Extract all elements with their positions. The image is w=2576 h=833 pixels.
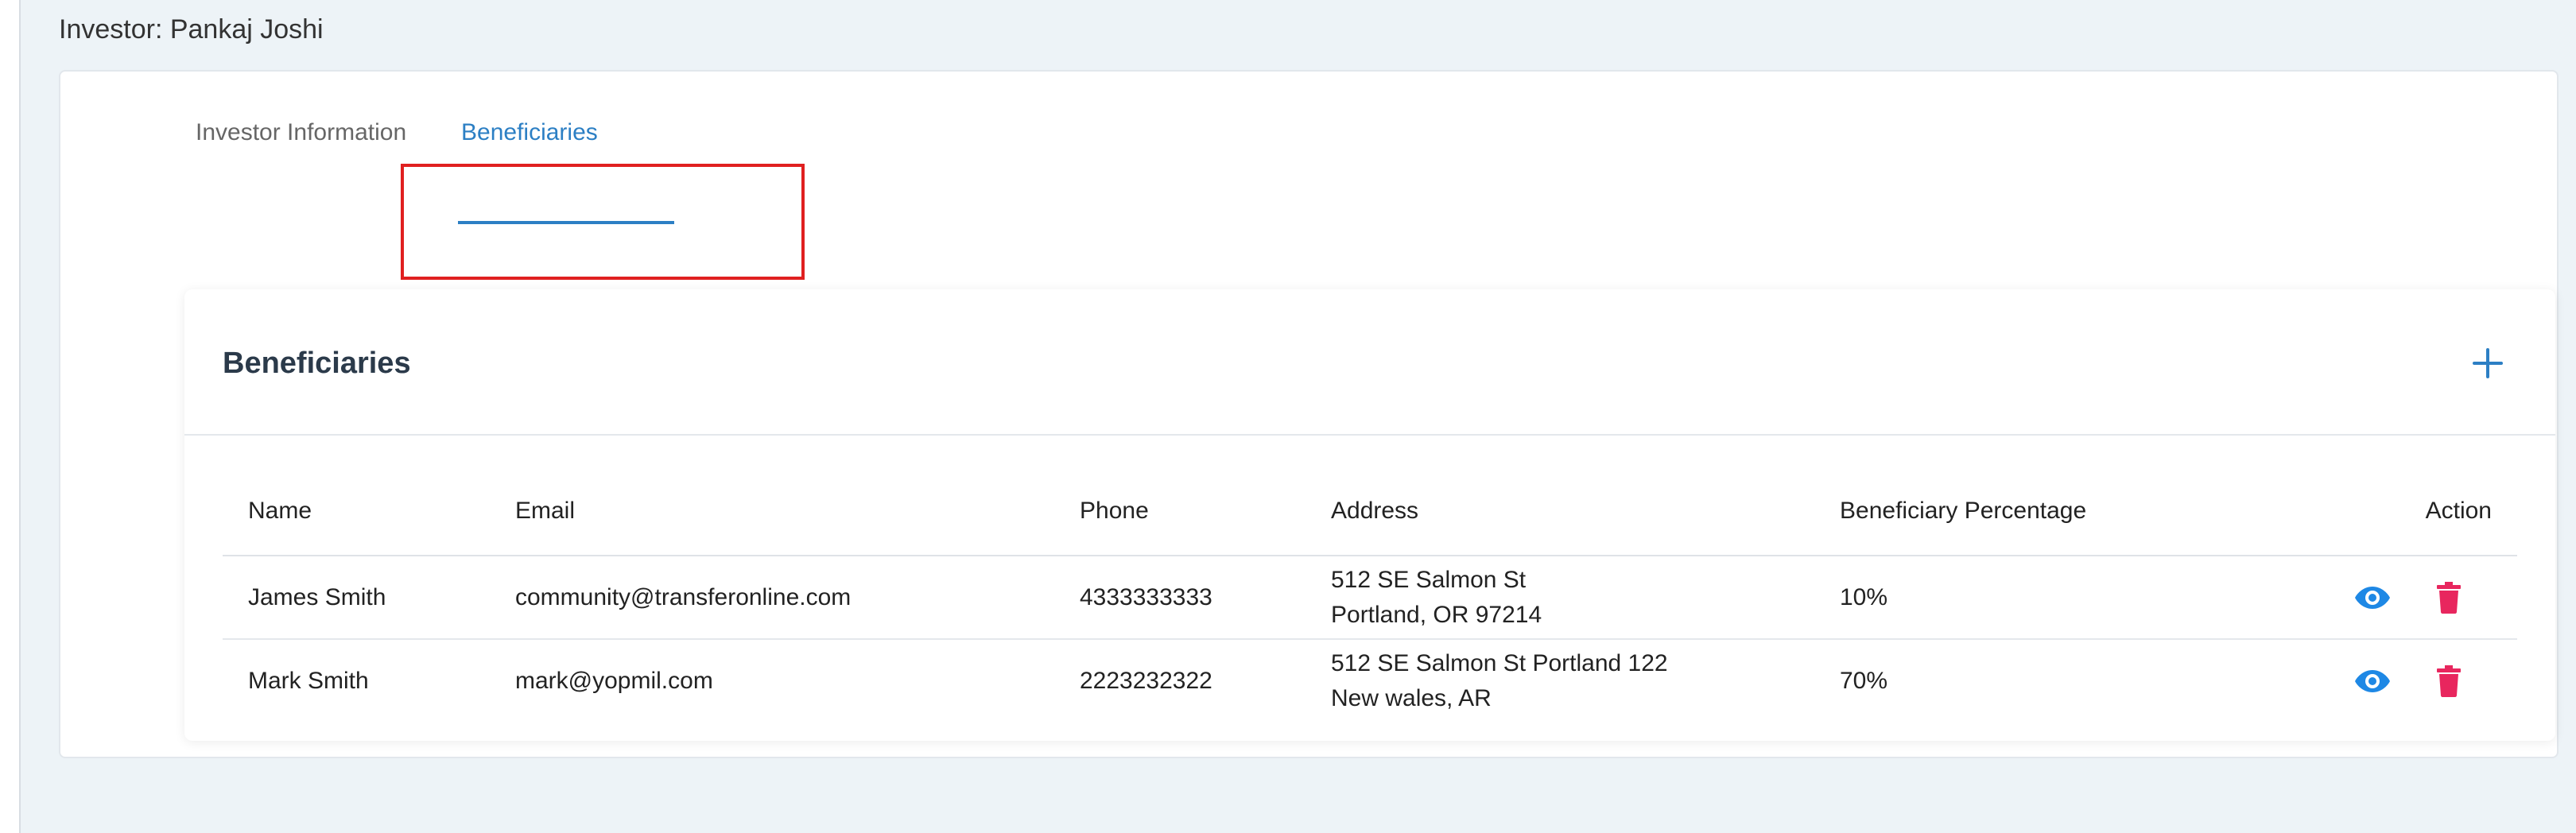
beneficiaries-table: Name Email Phone Address Beneficiary Per…: [223, 467, 2517, 722]
address-line-2: New wales, AR: [1331, 684, 1492, 711]
column-header-address: Address: [1331, 467, 1840, 556]
cell-actions: [2301, 556, 2517, 640]
column-header-phone: Phone: [1080, 467, 1331, 556]
delete-button[interactable]: [2430, 579, 2468, 617]
address-line-1: 512 SE Salmon St: [1331, 566, 1527, 593]
cell-actions: [2301, 639, 2517, 722]
cell-name: Mark Smith: [248, 667, 369, 694]
trash-icon: [2437, 581, 2461, 614]
cell-percentage: 10%: [1840, 556, 2301, 640]
table-header-row: Name Email Phone Address Beneficiary Per…: [223, 467, 2517, 556]
address-line-2: Portland, OR 97214: [1331, 601, 1542, 628]
panel-title: Beneficiaries: [223, 347, 411, 380]
column-header-percentage: Beneficiary Percentage: [1840, 467, 2301, 556]
view-button[interactable]: [2353, 579, 2392, 617]
table-row: James Smith community@transferonline.com…: [223, 556, 2517, 640]
cell-address: 512 SE Salmon St Portland 122 New wales,…: [1331, 639, 1840, 722]
trash-icon: [2437, 664, 2461, 697]
view-button[interactable]: [2353, 662, 2392, 700]
add-beneficiary-button[interactable]: [2469, 345, 2506, 382]
beneficiaries-panel: Beneficiaries Name Email Phone Address B…: [184, 289, 2555, 741]
cell-email: mark@yopmil.com: [515, 667, 713, 694]
left-sidebar-edge: [0, 0, 21, 833]
delete-button[interactable]: [2430, 662, 2468, 700]
cell-address: 512 SE Salmon St Portland, OR 97214: [1331, 556, 1840, 640]
cell-phone: 4333333333: [1080, 556, 1331, 640]
cell-name: James Smith: [223, 556, 515, 640]
address-line-1: 512 SE Salmon St Portland 122: [1331, 649, 1668, 676]
panel-header: Beneficiaries: [184, 289, 2555, 436]
plus-icon: [2473, 348, 2503, 378]
tab-investor-information[interactable]: Investor Information: [196, 119, 406, 146]
investor-card: Investor Information Beneficiaries Benef…: [59, 70, 2559, 758]
table-row: Mark Smith mark@yopmil.com 2223232322 51…: [223, 639, 2517, 722]
eye-icon: [2355, 586, 2390, 609]
eye-icon: [2355, 669, 2390, 692]
cell-phone: 2223232322: [1080, 667, 1212, 694]
column-header-action: Action: [2301, 467, 2517, 556]
tab-beneficiaries[interactable]: Beneficiaries: [461, 119, 598, 146]
page-title: Investor: Pankaj Joshi: [59, 14, 324, 45]
cell-email: community@transferonline.com: [515, 556, 1080, 640]
column-header-email: Email: [515, 467, 1080, 556]
column-header-name: Name: [223, 467, 515, 556]
cell-percentage: 70%: [1840, 667, 1888, 694]
active-tab-indicator: [458, 221, 674, 224]
